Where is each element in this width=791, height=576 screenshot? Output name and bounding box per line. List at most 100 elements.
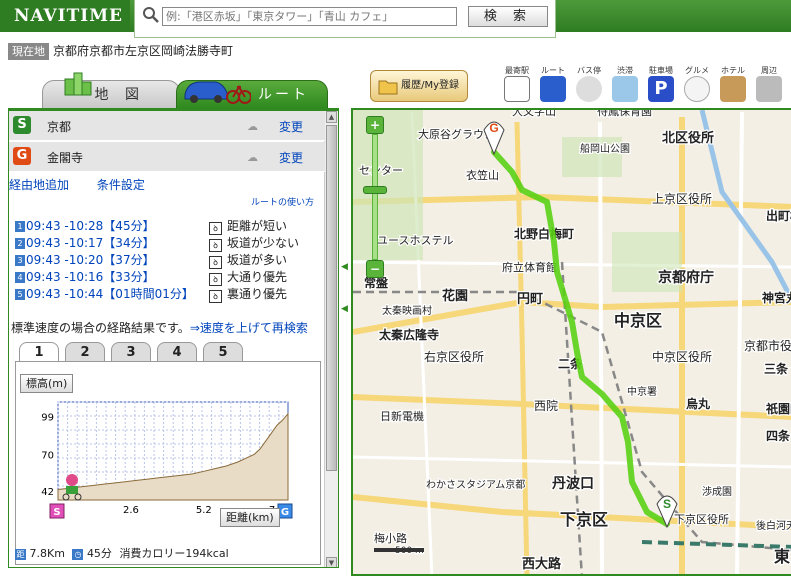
map-label[interactable]: 西院	[533, 398, 560, 415]
navitime-logo[interactable]: NAVITIME	[0, 0, 130, 32]
distance-button[interactable]: 距離(km)	[220, 508, 280, 527]
map-label[interactable]: 祇園四	[764, 400, 791, 418]
route-option-2[interactable]: 2 09:43 -10:17【34分】	[15, 235, 155, 251]
map-label[interactable]: 大文字山	[511, 110, 558, 119]
map-label[interactable]: 衣笠山	[465, 167, 501, 184]
map-label[interactable]: 神宮丸	[761, 289, 791, 307]
panel-collapse-handle[interactable]: ◀ ◀	[341, 260, 351, 340]
map-label[interactable]: ユースホステル	[376, 233, 455, 249]
map-label[interactable]: 円町	[516, 291, 545, 309]
bed-icon	[720, 76, 746, 102]
map-label[interactable]: 梅小路	[373, 530, 409, 547]
route-tab-3[interactable]: 3	[111, 342, 151, 362]
zoom-thumb[interactable]	[363, 186, 387, 194]
map-category-toolbar: 最寄駅 ルート バス停 渋滞 駐車場 P グルメ ホテル 周辺	[500, 65, 791, 108]
route-option-3[interactable]: 3 09:43 -10:20【37分】	[15, 252, 155, 268]
route-number-icon: 3	[15, 255, 25, 266]
speed-up-link[interactable]: ⇒速度を上げて再検索	[190, 321, 308, 335]
map-label[interactable]: 下京区	[559, 509, 610, 531]
map-label[interactable]: 西大路	[521, 555, 564, 574]
bus-stop-button[interactable]: バス停	[572, 65, 606, 107]
hotel-button[interactable]: ホテル	[716, 65, 750, 107]
panel-scrollbar[interactable]: ▲ ▼	[324, 111, 338, 567]
zoom-slider[interactable]: + −	[363, 116, 387, 278]
map-label[interactable]: わかさスタジアム京都	[425, 477, 527, 493]
route-howto-link[interactable]: ルートの使い方	[251, 195, 314, 208]
scroll-up-icon[interactable]: ▲	[326, 111, 337, 123]
car-icon	[540, 76, 566, 102]
nearest-station-label: 最寄駅	[505, 66, 529, 75]
map-label[interactable]: 烏丸	[685, 395, 713, 413]
map-label[interactable]: 三条	[763, 360, 791, 378]
map-label[interactable]: 京都市役所	[743, 337, 791, 355]
add-waypoint-link[interactable]: 経由地追加	[9, 178, 69, 192]
zoom-in-icon[interactable]: +	[366, 116, 384, 134]
route-condition-label: 坂道が多い	[227, 253, 288, 267]
clock-icon: ◷	[72, 549, 84, 560]
map-label[interactable]: 花園	[441, 287, 470, 306]
zoom-track[interactable]	[372, 134, 378, 260]
route-condition-label: 坂道が少ない	[227, 236, 300, 250]
map-label[interactable]: 東	[773, 546, 791, 568]
map-label[interactable]: 四条	[765, 427, 791, 445]
map-label[interactable]: 中京区	[613, 310, 664, 332]
nearby-button[interactable]: 周辺	[752, 65, 786, 107]
search-input[interactable]	[162, 7, 457, 26]
elevation-chart: 9970422.65.27.8SG	[41, 401, 293, 519]
parking-button[interactable]: 駐車場 P	[644, 65, 678, 107]
map-label[interactable]: 府立体育館	[501, 259, 559, 276]
map-label[interactable]: 上京区役所	[651, 190, 714, 208]
map-label[interactable]: 丹波口	[551, 474, 596, 494]
start-change-link[interactable]: 変更	[279, 118, 303, 135]
gourmet-button[interactable]: グルメ	[680, 65, 714, 107]
route-option-4[interactable]: 4 09:43 -10:16【33分】	[15, 269, 155, 285]
route-tab-1[interactable]: 1	[19, 342, 59, 362]
map-label[interactable]: 日新電機	[379, 408, 426, 425]
parking-icon: P	[648, 76, 674, 102]
map-label[interactable]: 船岡山公園	[579, 141, 632, 157]
route-tab-2[interactable]: 2	[65, 342, 105, 362]
conditions-link[interactable]: 条件設定	[97, 178, 145, 192]
map-label[interactable]: 太秦映画村	[381, 303, 434, 319]
bicycle-icon: ꝺ	[209, 239, 222, 252]
history-my-button[interactable]: 履歴/My登録	[370, 70, 468, 102]
nearest-station-button[interactable]: 最寄駅	[500, 65, 534, 107]
map-label[interactable]: 出町柳	[765, 207, 791, 225]
search-button[interactable]: 検 索	[468, 6, 548, 27]
scroll-down-icon[interactable]: ▼	[326, 557, 337, 567]
goal-change-link[interactable]: 変更	[279, 149, 303, 166]
map-canvas[interactable]: 大文字山待鳳保育園北区役所船岡山公園大原谷グラウン衣笠山センター上京区役所出町柳…	[353, 110, 791, 576]
zoom-out-icon[interactable]: −	[366, 260, 384, 278]
route-option-1[interactable]: 1 09:43 -10:28【45分】	[15, 218, 155, 234]
map-label[interactable]: 待鳳保育園	[596, 110, 654, 119]
map-label[interactable]: 京都府庁	[657, 268, 716, 288]
route-tab-5[interactable]: 5	[203, 342, 243, 362]
map-label[interactable]: 太秦広隆寺	[378, 326, 441, 344]
route-option-5[interactable]: 5 09:43 -10:44【01時間01分】	[15, 286, 194, 302]
route-button[interactable]: ルート	[536, 65, 570, 107]
map-label[interactable]: 北野白梅町	[513, 225, 576, 243]
speed-note: 標準速度の場合の経路結果です。⇒速度を上げて再検索	[11, 319, 308, 336]
map-label[interactable]: 大原谷グラウン	[417, 126, 497, 143]
hotel-label: ホテル	[721, 66, 745, 75]
tab-route[interactable]: ルート	[176, 80, 328, 108]
tab-map[interactable]: 地 図	[42, 72, 180, 108]
traffic-button[interactable]: 渋滞	[608, 65, 642, 107]
map-label[interactable]: 中京区役所	[651, 348, 714, 366]
route-tab-4[interactable]: 4	[157, 342, 197, 362]
elevation-button[interactable]: 標高(m)	[20, 374, 74, 393]
current-location: 現在地 京都府京都市左京区岡崎法勝寺町	[8, 43, 233, 60]
map-label[interactable]: 渉成園	[701, 484, 734, 500]
summary-time: 45分	[86, 547, 112, 560]
route-number-icon: 1	[15, 221, 25, 232]
goal-point-row: G 金閣寺 ☁ 変更	[9, 142, 325, 172]
map-view[interactable]: 大文字山待鳳保育園北区役所船岡山公園大原谷グラウン衣笠山センター上京区役所出町柳…	[351, 108, 791, 576]
map-label[interactable]: 右京区役所	[423, 348, 486, 366]
map-label[interactable]: 北区役所	[661, 129, 716, 148]
scroll-thumb[interactable]	[326, 125, 337, 471]
map-label[interactable]: 後白河天	[755, 518, 791, 534]
map-label[interactable]: 下京区役所	[673, 511, 731, 528]
route-number-icon: 5	[15, 289, 25, 300]
goal-pin-icon[interactable]: G	[483, 121, 505, 156]
map-label[interactable]: 中京署	[626, 384, 659, 400]
